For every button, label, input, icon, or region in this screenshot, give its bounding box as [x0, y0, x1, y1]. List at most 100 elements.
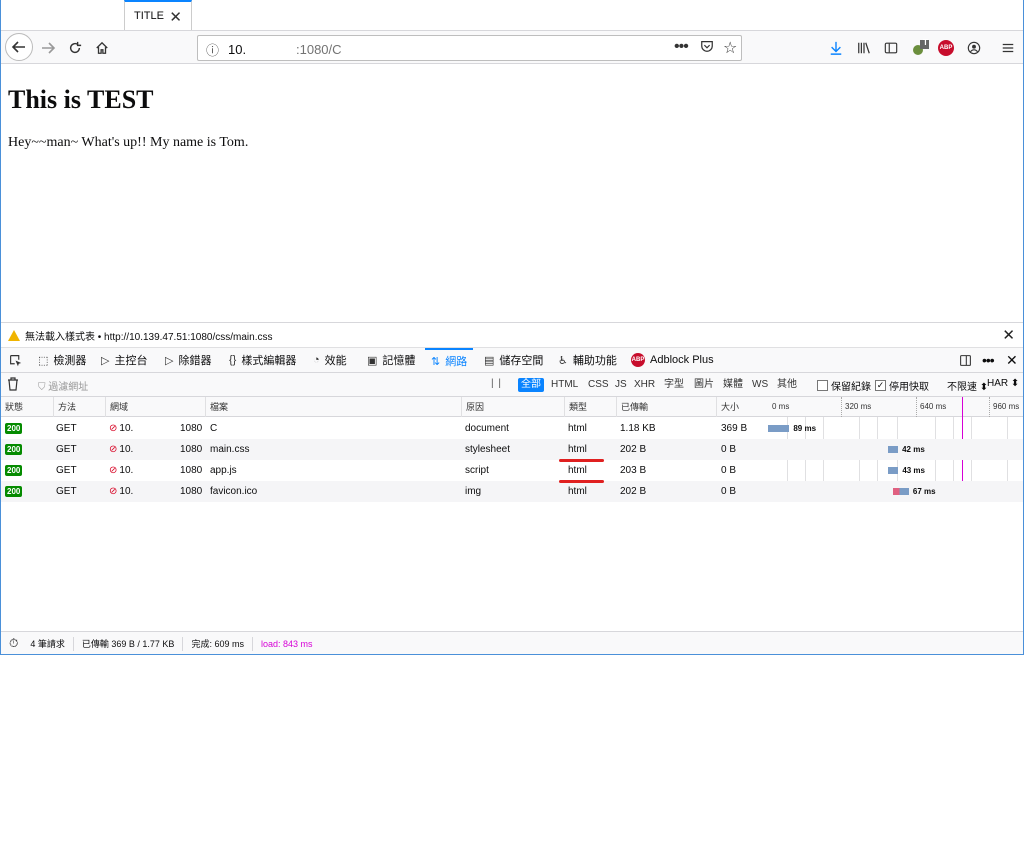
memory-icon: ▣: [367, 354, 378, 367]
size-cell: 0 B: [721, 465, 737, 476]
ellipsis-icon[interactable]: •••: [982, 348, 995, 372]
element-picker-button[interactable]: [9, 348, 22, 372]
har-menu[interactable]: HAR ⬍: [987, 378, 1019, 389]
timeline-tick-label: 0 ms: [772, 402, 790, 411]
url-host: 10.: [228, 42, 247, 57]
sidebar-icon[interactable]: [882, 39, 900, 57]
table-row[interactable]: 200 ⊘ 10. 1080 GET main.css stylesheet html 202 …: [1, 439, 1023, 460]
tab-inspector[interactable]: ⬚ 檢測器: [38, 348, 86, 372]
tab-performance[interactable]: ◔ 效能: [313, 348, 347, 372]
tab-memory[interactable]: ▣ 記憶體: [367, 348, 415, 372]
forward-button[interactable]: [35, 35, 61, 61]
filter-html[interactable]: HTML: [548, 378, 581, 392]
debugger-icon: ▷: [165, 354, 174, 367]
persist-logs-checkbox[interactable]: 保留紀錄: [817, 378, 871, 393]
style-editor-icon: {}: [229, 354, 237, 366]
dock-button[interactable]: [959, 348, 972, 372]
close-icon[interactable]: ✕: [1006, 348, 1018, 372]
filter-css[interactable]: CSS: [585, 378, 612, 392]
download-arrow-icon[interactable]: [827, 39, 845, 57]
size-cell: 0 B: [721, 486, 737, 497]
waterfall-bar: [888, 446, 899, 453]
stopwatch-icon[interactable]: ⏱: [9, 636, 18, 651]
ellipsis-icon[interactable]: •••: [674, 38, 689, 56]
col-transferred[interactable]: 已傳輸: [616, 397, 716, 417]
filter-ws[interactable]: WS: [749, 378, 771, 392]
throttle-select[interactable]: 不限速 ⬍: [947, 378, 988, 393]
tab-console[interactable]: ▷ 主控台: [101, 348, 147, 372]
pocket-icon[interactable]: [700, 39, 714, 56]
table-row[interactable]: 200 ⊘ 10. 1080 GET favicon.ico img html 202 B 0 B…: [1, 481, 1023, 502]
extension-t-icon[interactable]: T: [911, 38, 929, 57]
table-row[interactable]: 200 ⊘ 10. 1080 GET Cdocument html 1.18 KB 369 B 8…: [1, 418, 1023, 439]
filter-fonts[interactable]: 字型: [661, 378, 687, 392]
pause-icon[interactable]: | |: [491, 378, 502, 389]
col-type[interactable]: 類型: [564, 397, 616, 417]
network-icon: ⇅: [431, 355, 441, 368]
tab-debugger[interactable]: ▷ 除錯器: [165, 348, 211, 372]
info-icon[interactable]: ⓘ: [206, 40, 219, 59]
close-icon[interactable]: ✕: [1002, 326, 1015, 344]
file-cell: C: [210, 423, 218, 434]
waterfall-time-label: 67 ms: [912, 487, 936, 496]
col-file[interactable]: 檔案: [205, 397, 461, 417]
tab-strip: TITLE ✕: [1, 0, 1023, 30]
transferred-cell: 1.18 KB: [620, 423, 656, 434]
home-button[interactable]: [89, 35, 115, 61]
check-icon: ✓: [875, 380, 886, 391]
filter-xhr[interactable]: XHR: [631, 378, 658, 392]
close-icon[interactable]: ✕: [169, 8, 182, 26]
url-bar[interactable]: ⓘ 10. :1080/C ••• ☆: [197, 35, 742, 61]
filter-other[interactable]: 其他: [774, 378, 800, 392]
nav-bar: ⓘ 10. :1080/C ••• ☆ T ABP: [1, 30, 1023, 64]
timeline-tick-label: 320 ms: [841, 397, 871, 417]
col-status[interactable]: 狀態: [1, 397, 53, 417]
library-icon[interactable]: [855, 39, 873, 57]
filter-js[interactable]: JS: [612, 378, 630, 392]
method-cell: GET: [56, 423, 77, 434]
col-domain[interactable]: 網域: [105, 397, 205, 417]
extension-badge: T: [923, 38, 928, 47]
tab-accessibility[interactable]: ♿ 輔助功能: [558, 348, 617, 372]
file-cell: favicon.ico: [210, 486, 258, 497]
tab-storage[interactable]: ▤ 儲存空間: [484, 348, 543, 372]
tab-adblock-plus[interactable]: ABP Adblock Plus: [631, 348, 714, 372]
tab-network[interactable]: ⇅ 網路: [425, 348, 474, 372]
cause-cell: stylesheet: [465, 444, 511, 455]
filter-url-input[interactable]: ⛉ 過濾網址: [38, 378, 88, 393]
filter-media[interactable]: 媒體: [720, 378, 746, 392]
reload-button[interactable]: [62, 35, 88, 61]
trash-icon[interactable]: [7, 377, 19, 391]
cause-cell: script: [465, 465, 489, 476]
size-cell: 0 B: [721, 444, 737, 455]
disable-cache-checkbox[interactable]: ✓ 停用快取: [875, 378, 929, 393]
timeline-tick-label: 960 ms: [989, 397, 1019, 417]
insecure-lock-icon: ⊘: [109, 423, 118, 434]
col-size[interactable]: 大小: [716, 397, 766, 417]
abp-toolbar-badge: ABP: [938, 40, 954, 56]
browser-tab[interactable]: TITLE ✕: [124, 0, 192, 30]
inspector-icon: ⬚: [38, 354, 49, 367]
method-cell: GET: [56, 465, 77, 476]
table-row[interactable]: 200 ⊘ 10. 1080 GET app.js script html 203 B 0 B 43…: [1, 460, 1023, 481]
waterfall-time-label: 89 ms: [793, 424, 817, 433]
waterfall-time-label: 43 ms: [902, 466, 925, 475]
type-cell: html: [568, 465, 587, 476]
size-cell: 369 B: [721, 423, 748, 434]
hamburger-icon[interactable]: [999, 39, 1017, 57]
star-icon[interactable]: ☆: [723, 38, 737, 58]
abp-icon[interactable]: ABP: [937, 39, 955, 57]
domain-port-cell: 1080: [180, 423, 203, 434]
filter-images[interactable]: 圖片: [691, 378, 717, 392]
back-button[interactable]: [5, 33, 33, 61]
summary-load: load: 843 ms: [260, 638, 313, 649]
url-path: :1080/C: [296, 42, 342, 57]
col-cause[interactable]: 原因: [461, 397, 564, 417]
tab-title: TITLE: [134, 10, 164, 22]
account-icon[interactable]: [965, 39, 983, 57]
cause-cell: document: [465, 423, 509, 434]
storage-icon: ▤: [484, 354, 495, 367]
filter-all[interactable]: 全部: [518, 378, 544, 392]
col-method[interactable]: 方法: [53, 397, 105, 417]
tab-style-editor[interactable]: {} 樣式編輯器: [229, 348, 296, 372]
